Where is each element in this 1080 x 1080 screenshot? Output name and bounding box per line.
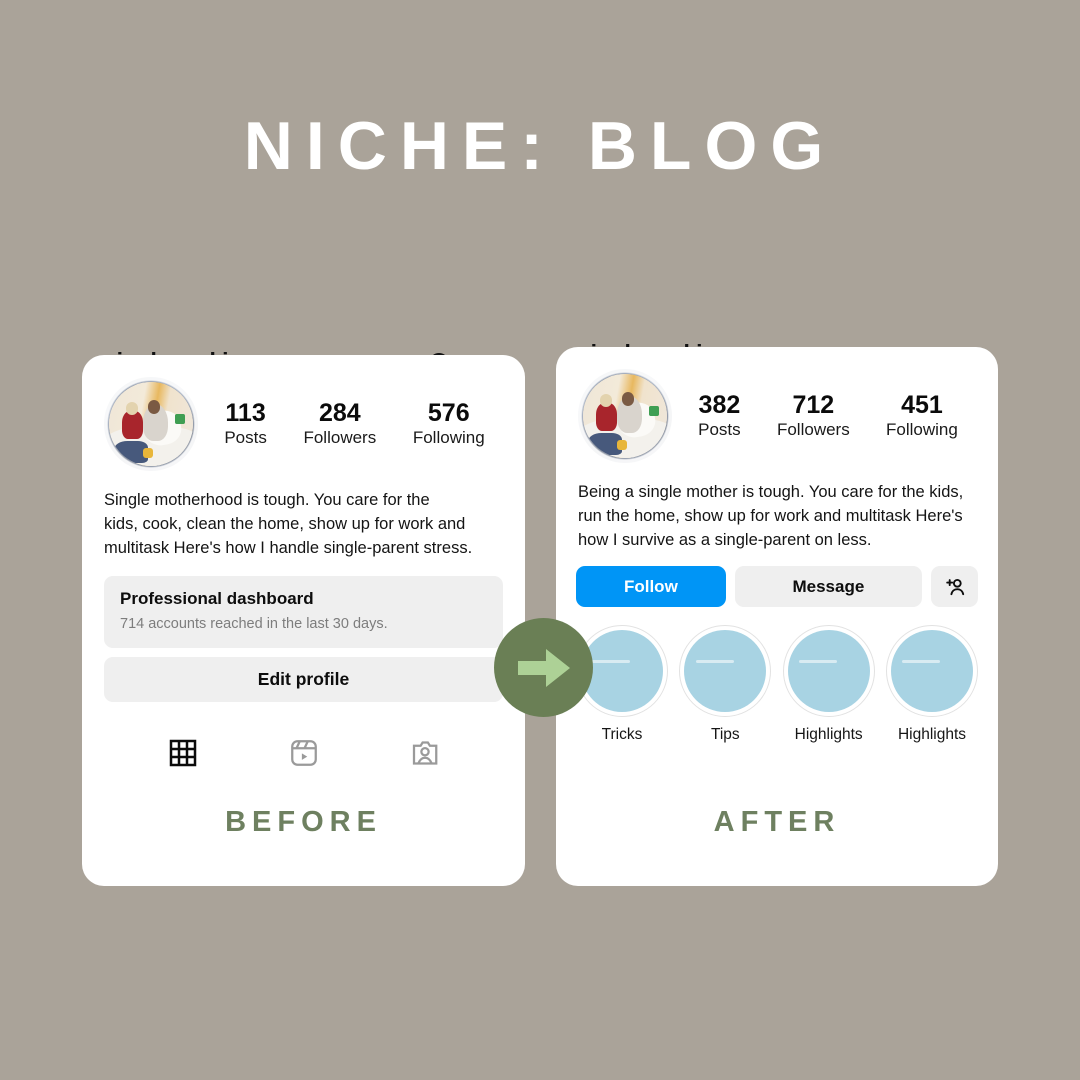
highlight-label: Highlights [794, 726, 863, 744]
follow-button[interactable]: Follow [576, 566, 726, 608]
avatar-photo [583, 374, 667, 458]
transition-arrow-badge [494, 618, 593, 717]
after-stat-following[interactable]: 451 Following [886, 391, 958, 442]
highlight-item[interactable]: Tricks [576, 625, 668, 745]
after-followers-label: Followers [776, 420, 850, 440]
after-posts-count: 382 [698, 390, 741, 419]
before-tab-bar [82, 702, 525, 768]
before-action-stack: Professional dashboard 714 accounts reac… [82, 560, 525, 703]
highlight-ring [679, 625, 772, 718]
right-arrow-icon [516, 645, 572, 691]
add-person-icon [943, 575, 967, 599]
after-profile-head-row: 382 Posts 712 Followers 451 Following [556, 347, 998, 463]
before-posts-count: 113 [225, 398, 266, 427]
before-followers-label: Followers [303, 428, 377, 448]
after-bio: Being a single mother is tough. You care… [556, 463, 998, 552]
after-avatar[interactable] [578, 369, 672, 463]
tab-tagged[interactable] [410, 738, 440, 768]
before-stat-following[interactable]: 576 Following [413, 399, 485, 450]
before-caption: BEFORE [225, 806, 382, 838]
before-stat-posts[interactable]: 113 Posts [224, 399, 267, 450]
before-avatar[interactable] [104, 377, 198, 471]
after-stats: 382 Posts 712 Followers 451 Following [672, 391, 976, 442]
highlight-cover [581, 630, 663, 713]
before-profile-head-row: 113 Posts 284 Followers 576 Following [82, 355, 525, 471]
after-clipped-profile-header: singleworkingmoms [556, 321, 998, 347]
before-followers-count: 284 [318, 398, 361, 427]
before-stats: 113 Posts 284 Followers 576 Following [198, 399, 503, 450]
tab-grid[interactable] [168, 738, 198, 768]
before-bio: Single motherhood is tough. You care for… [82, 471, 525, 560]
highlight-ring [782, 625, 875, 718]
avatar-photo [109, 382, 193, 466]
highlight-label: Tips [710, 726, 740, 744]
before-bio-line: kids, cook, clean the home, show up for … [104, 514, 466, 533]
after-followers-count: 712 [792, 390, 835, 419]
before-following-label: Following [412, 428, 485, 448]
highlight-item[interactable]: Tips [679, 625, 772, 745]
after-stat-followers[interactable]: 712 Followers [777, 391, 850, 442]
highlight-cover [787, 630, 870, 713]
after-username: singleworkingmoms [578, 340, 976, 347]
highlight-label: Tricks [601, 726, 643, 744]
professional-dashboard-title: Professional dashboard [120, 589, 314, 609]
before-clipped-profile-header: singleworkingmoms [82, 329, 525, 355]
before-profile-card: 113 Posts 284 Followers 576 Following Si… [82, 355, 525, 886]
after-bio-line: run the home, show up for work and multi… [578, 506, 963, 525]
tab-reels[interactable] [289, 738, 319, 768]
before-posts-label: Posts [224, 428, 267, 448]
professional-dashboard-subtitle: 714 accounts reached in the last 30 days… [120, 616, 388, 633]
after-posts-label: Posts [698, 420, 741, 440]
highlight-label: Highlights [897, 726, 967, 744]
after-bio-line: how I survive as a single-parent on less… [578, 530, 872, 549]
after-following-label: Following [886, 420, 958, 440]
before-username: singleworkingmoms [104, 348, 427, 355]
add-person-button[interactable] [931, 566, 978, 608]
after-profile-card: 382 Posts 712 Followers 451 Following Be… [556, 347, 998, 886]
after-highlights-row: Tricks Tips Highlights Highlights [556, 607, 998, 745]
after-following-count: 451 [901, 390, 943, 419]
highlight-cover [890, 630, 973, 713]
highlight-ring [885, 625, 978, 718]
highlight-item[interactable]: Highlights [782, 625, 875, 745]
after-caption: AFTER [713, 806, 841, 838]
after-bio-line: Being a single mother is tough. You care… [578, 483, 964, 501]
highlight-item[interactable]: Highlights [885, 625, 978, 745]
highlight-cover [684, 630, 767, 713]
after-stat-posts[interactable]: 382 Posts [698, 391, 741, 442]
before-bio-line: Single motherhood is tough. You care for… [104, 491, 430, 509]
before-following-count: 576 [427, 398, 470, 427]
page-title: NICHE: BLOG [243, 108, 837, 184]
message-button[interactable]: Message [734, 566, 922, 608]
professional-dashboard-card[interactable]: Professional dashboard 714 accounts reac… [104, 576, 503, 649]
before-bio-line: multitask Here's how I handle single-par… [104, 538, 473, 557]
edit-profile-button[interactable]: Edit profile [104, 657, 503, 703]
before-stat-followers[interactable]: 284 Followers [303, 399, 376, 450]
after-action-buttons: Follow Message [556, 552, 998, 608]
